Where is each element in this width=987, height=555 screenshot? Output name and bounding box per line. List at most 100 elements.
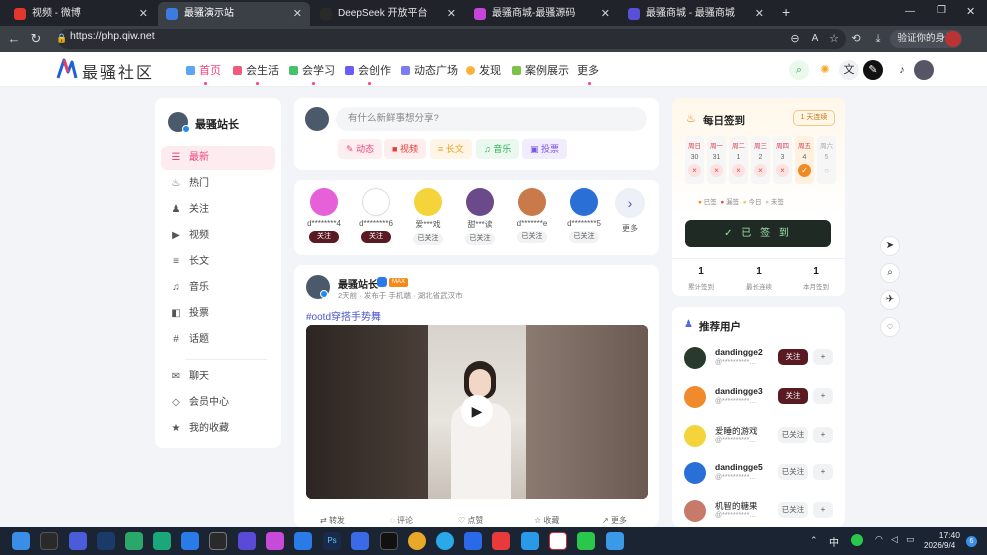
close-tab-icon[interactable]: ✕ <box>447 2 456 26</box>
user-name[interactable]: 机智的糖果 <box>715 500 758 512</box>
app-icon[interactable] <box>153 532 171 550</box>
tab-shop-source[interactable]: 最骚商城-最骚源码 ✕ <box>466 2 618 26</box>
comment-action[interactable]: ◌ 评论 <box>390 515 413 526</box>
follow-button[interactable]: 关注 <box>778 388 808 404</box>
close-tab-icon[interactable]: ✕ <box>755 2 764 26</box>
search-icon[interactable]: ⌕ <box>880 263 900 283</box>
user-card[interactable]: 甜***读 已关注 <box>454 188 506 245</box>
translate-icon[interactable]: 文 <box>839 60 859 80</box>
tab-demo-site[interactable]: 最骚演示站 ✕ <box>158 2 310 26</box>
topic-tag[interactable]: #ootd穿搭手势舞 <box>306 308 381 323</box>
url-field[interactable]: 🔒 <box>56 29 846 49</box>
repost-action[interactable]: ⇄ 转发 <box>320 515 345 526</box>
avatar[interactable] <box>684 347 706 369</box>
avatar[interactable] <box>570 188 598 216</box>
mail-icon[interactable] <box>294 532 312 550</box>
volume-icon[interactable]: ◁ <box>891 534 898 545</box>
user-name[interactable]: dandingge5 <box>715 462 763 472</box>
chevron-right-icon[interactable]: › <box>615 188 645 218</box>
user-name[interactable]: 最骚站长 <box>195 116 239 132</box>
sidebar-item-chat[interactable]: ✉ 聊天 <box>161 365 275 389</box>
tab-weibo[interactable]: 视频 - 微博 ✕ <box>6 2 156 26</box>
follow-button[interactable]: 关注 <box>361 231 391 243</box>
read-aloud-icon[interactable]: A <box>807 31 823 47</box>
new-tab-icon[interactable]: + <box>782 4 790 20</box>
following-button[interactable]: 已关注 <box>778 502 808 518</box>
add-friend-icon[interactable]: + <box>813 464 833 480</box>
share-action[interactable]: ↗ 更多 <box>602 515 627 526</box>
sidebar-item-favorites[interactable]: ★ 我的收藏 <box>161 417 275 441</box>
following-button[interactable]: 已关注 <box>569 231 599 243</box>
url-text[interactable]: https://php.qiw.net <box>70 26 155 46</box>
play-icon[interactable]: ▶ <box>461 395 493 427</box>
avatar[interactable] <box>518 188 546 216</box>
avatar[interactable] <box>414 188 442 216</box>
wechat-tray-icon[interactable] <box>851 534 863 546</box>
avatar[interactable] <box>466 188 494 216</box>
post-vote-button[interactable]: ▣ 投票 <box>522 139 568 159</box>
favorite-star-icon[interactable]: ☆ <box>826 31 842 47</box>
sidebar-item-latest[interactable]: ☰ 最新 <box>161 146 275 170</box>
app-icon[interactable] <box>351 532 369 550</box>
user-card[interactable]: d********6 关注 <box>350 188 402 243</box>
nav-life[interactable]: 会生活 <box>233 62 279 85</box>
sidebar-item-vote[interactable]: ◧ 投票 <box>161 302 275 326</box>
minimize-icon[interactable]: — <box>905 6 915 17</box>
photoshop-icon[interactable]: Ps <box>323 532 341 550</box>
favorite-action[interactable]: ☆ 收藏 <box>534 515 559 526</box>
paper-plane-icon[interactable]: ✈ <box>880 290 900 310</box>
edit-pen-icon[interactable]: ✎ <box>863 60 883 80</box>
user-card[interactable]: d********4 关注 <box>298 188 350 243</box>
refresh-icon[interactable]: ↻ <box>28 31 44 47</box>
avatar[interactable] <box>362 188 390 216</box>
user-card[interactable]: 爱***戏 已关注 <box>402 188 454 245</box>
video-player[interactable]: ▶ <box>306 325 648 499</box>
wifi-icon[interactable]: ◠ <box>875 534 883 545</box>
close-tab-icon[interactable]: ✕ <box>139 2 148 26</box>
signed-in-button[interactable]: ✓ 已 签 到 <box>685 220 831 247</box>
app-icon[interactable] <box>521 532 539 550</box>
notepad-icon[interactable] <box>606 532 624 550</box>
add-friend-icon[interactable]: + <box>813 502 833 518</box>
user-card[interactable]: d*******e 已关注 <box>506 188 558 243</box>
app-icon[interactable] <box>125 532 143 550</box>
chrome-icon[interactable] <box>408 532 426 550</box>
user-name[interactable]: dandingge2 <box>715 347 763 357</box>
clock-date[interactable]: 2026/9/4 <box>924 541 955 550</box>
user-avatar[interactable] <box>305 107 329 131</box>
download-icon[interactable]: ⤓ <box>870 31 886 47</box>
close-tab-icon[interactable]: ✕ <box>293 2 302 26</box>
battery-icon[interactable]: ▭ <box>906 534 915 545</box>
sun-icon[interactable]: ✺ <box>815 60 835 80</box>
add-friend-icon[interactable]: + <box>813 349 833 365</box>
wechat-icon[interactable] <box>577 532 595 550</box>
more-link[interactable]: 更多 <box>622 223 638 234</box>
close-tab-icon[interactable]: ✕ <box>601 2 610 26</box>
sidebar-item-vip[interactable]: ◇ 会员中心 <box>161 391 275 415</box>
nav-cases[interactable]: 案例展示 <box>512 62 569 78</box>
follow-button[interactable]: 关注 <box>309 231 339 243</box>
comment-icon[interactable]: ◌ <box>880 317 900 337</box>
chatgpt-icon[interactable] <box>209 532 227 550</box>
like-action[interactable]: ♡ 点赞 <box>458 515 483 526</box>
tab-shop[interactable]: 最骚商城 - 最骚商城 ✕ <box>620 2 772 26</box>
avatar[interactable] <box>684 500 706 522</box>
tab-deepseek[interactable]: DeepSeek 开放平台 ✕ <box>312 2 464 26</box>
search-icon[interactable]: ⌕ <box>789 60 809 80</box>
post-video-button[interactable]: ■ 视频 <box>384 139 426 159</box>
wps-icon[interactable] <box>492 532 510 550</box>
app-icon[interactable] <box>464 532 482 550</box>
close-window-icon[interactable]: ✕ <box>966 5 975 18</box>
ime-indicator[interactable]: 中 <box>829 534 839 549</box>
post-dynamic-button[interactable]: ✎ 动态 <box>338 139 383 159</box>
user-card[interactable]: d********5 已关注 <box>558 188 610 243</box>
following-button[interactable]: 已关注 <box>778 464 808 480</box>
nav-create[interactable]: 会创作 <box>345 62 391 85</box>
avatar[interactable] <box>684 462 706 484</box>
maximize-icon[interactable]: ❐ <box>937 5 946 16</box>
edge-icon[interactable] <box>436 532 454 550</box>
avatar[interactable] <box>684 425 706 447</box>
compose-input[interactable]: 有什么新鲜事想分享? <box>336 107 647 131</box>
profile-avatar[interactable] <box>945 31 961 47</box>
sidebar-item-hot[interactable]: ♨ 热门 <box>161 172 275 196</box>
